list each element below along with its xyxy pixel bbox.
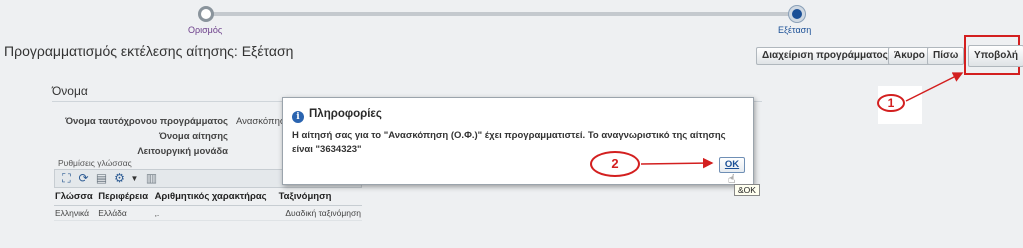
callout-arrows: [640, 72, 964, 169]
callout-2-arrow: [640, 157, 714, 169]
callout-1-arrow: [905, 72, 964, 102]
